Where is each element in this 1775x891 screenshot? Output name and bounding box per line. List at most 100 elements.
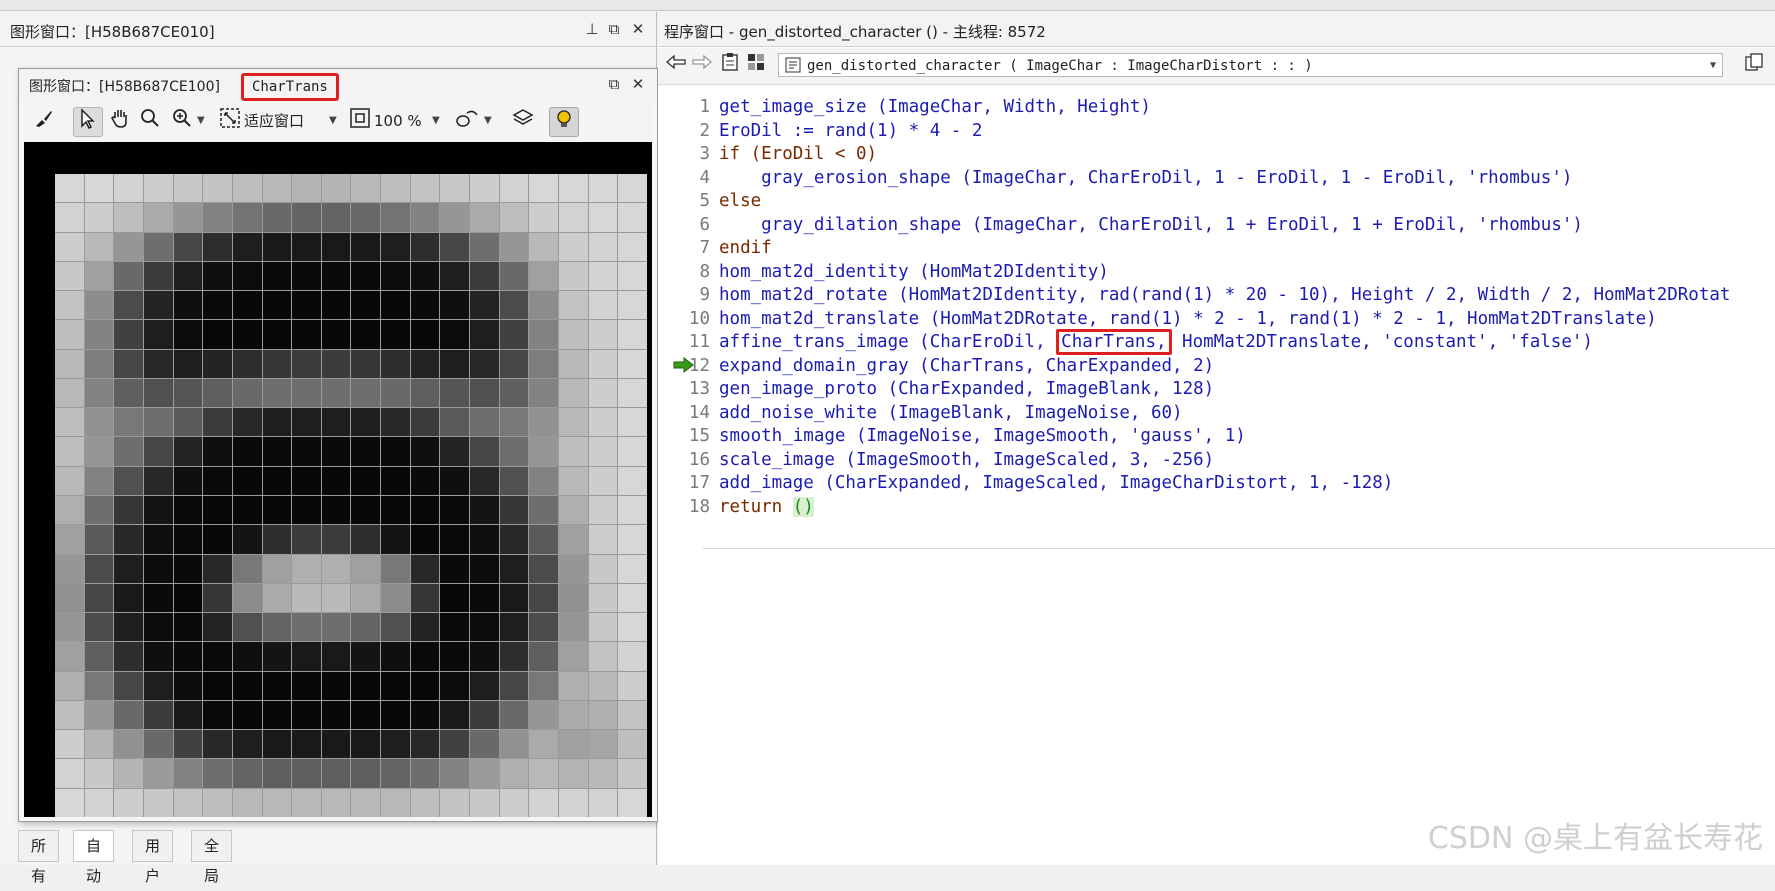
pixel-cell (440, 203, 470, 232)
code-line[interactable]: 1 get_image_size (ImageChar, Width, Heigh… (658, 96, 1775, 120)
pixel-cell (559, 496, 588, 525)
pixel-cell (292, 408, 321, 437)
lightbulb-icon[interactable] (549, 107, 579, 137)
copy-icon[interactable] (1740, 52, 1768, 80)
pixel-cell (440, 291, 470, 320)
program-navbar: gen_distorted_character ( ImageChar : Im… (658, 48, 1775, 85)
code-line[interactable]: 13 gen_image_proto (CharExpanded, ImageBl… (658, 378, 1775, 402)
pixel-cell (84, 642, 114, 671)
pixel-cell (84, 291, 114, 320)
code-line[interactable]: 15 smooth_image (ImageNoise, ImageSmooth,… (658, 425, 1775, 449)
image-canvas[interactable] (24, 142, 652, 817)
pixel-cell (470, 349, 499, 378)
chevron-down-icon[interactable]: ▼ (329, 107, 337, 135)
brush-icon[interactable] (30, 107, 58, 135)
pixel-cell (559, 525, 588, 554)
pointer-icon[interactable] (73, 107, 103, 137)
tab-all[interactable]: 所有 (18, 830, 60, 885)
pixel-cell (381, 261, 410, 291)
code-line[interactable]: 5 else (658, 190, 1775, 214)
chevron-down-icon[interactable]: ▼ (432, 107, 440, 135)
pixel-cell (470, 437, 499, 466)
code-line[interactable]: 7 endif (658, 237, 1775, 261)
pixel-cell (410, 408, 440, 437)
pixel-cell (559, 349, 588, 378)
close-icon[interactable]: ✕ (628, 19, 648, 39)
pixel-cell (262, 642, 292, 671)
code-statement-rest: HomMat2DTranslate, 'constant', 'false') (1171, 332, 1593, 352)
forward-arrow-icon[interactable] (688, 52, 716, 80)
pixel-cell (321, 320, 351, 349)
pixel-cell (321, 554, 351, 583)
pixel-cell (55, 320, 84, 349)
pixel-cell (588, 642, 618, 671)
code-line[interactable]: 8 hom_mat2d_identity (HomMat2DIdentity) (658, 261, 1775, 285)
tab-user[interactable]: 用户 (132, 830, 174, 885)
grid-icon[interactable] (742, 52, 770, 80)
zoom-percent-icon[interactable] (346, 107, 374, 135)
code-line[interactable]: 3 if (EroDil < 0) (658, 143, 1775, 167)
pixel-cell (588, 408, 618, 437)
pixel-cell (351, 437, 381, 466)
float-window-icon[interactable]: ⧉ (604, 19, 624, 39)
code-line[interactable]: 12 expand_domain_gray (CharTrans, CharExp… (658, 355, 1775, 379)
code-line[interactable]: 4 gray_erosion_shape (ImageChar, CharEro… (658, 167, 1775, 191)
code-editor[interactable]: 1 get_image_size (ImageChar, Width, Heigh… (658, 96, 1775, 549)
pixel-cell (203, 466, 232, 495)
pixel-cell (262, 554, 292, 583)
chevron-down-icon[interactable]: ▼ (197, 107, 205, 135)
pixel-cell (588, 232, 618, 261)
pixel-cell (321, 437, 351, 466)
pixel-cell (321, 261, 351, 291)
code-line[interactable]: 16 scale_image (ImageSmooth, ImageScaled,… (658, 449, 1775, 473)
pixel-cell (203, 730, 232, 759)
code-line[interactable]: 2 EroDil := rand(1) * 4 - 2 (658, 120, 1775, 144)
procedure-select[interactable]: gen_distorted_character ( ImageChar : Im… (778, 53, 1723, 77)
clipboard-icon[interactable] (716, 52, 744, 80)
zoom-in-icon[interactable] (168, 107, 196, 135)
code-line[interactable]: 11 affine_trans_image (CharEroDil, CharTr… (658, 329, 1775, 355)
code-line[interactable]: 10 hom_mat2d_translate (HomMat2DRotate, r… (658, 308, 1775, 332)
chevron-down-icon[interactable]: ▼ (484, 107, 492, 135)
pixel-cell (292, 437, 321, 466)
pixel-cell (173, 671, 203, 700)
pixel-cell (292, 642, 321, 671)
zoom-fit-label[interactable]: 适应窗口 (244, 107, 304, 135)
pixel-cell (84, 554, 114, 583)
float-window-icon[interactable]: ⧉ (604, 74, 624, 94)
pixel-cell (55, 583, 84, 613)
pixel-cell (262, 203, 292, 232)
pixel-cell (410, 759, 440, 788)
tab-global[interactable]: 全局 (191, 830, 233, 885)
zoom-percent-value[interactable]: 100 % (374, 107, 422, 135)
magnifier-icon[interactable] (136, 107, 164, 135)
pixel-cell (114, 788, 143, 817)
pixel-cell (618, 613, 647, 642)
pixel-cell (143, 261, 173, 291)
hand-icon[interactable] (106, 107, 134, 135)
pixel-cell (381, 174, 410, 203)
pixel-cell (559, 261, 588, 291)
layers-icon[interactable] (509, 107, 537, 135)
code-line[interactable]: 18 return () (658, 496, 1775, 520)
graphics-window-front-titlebar[interactable]: 图形窗口：[H58B687CE100] CharTrans ⧉ ✕ (19, 69, 657, 101)
back-arrow-icon[interactable] (662, 52, 690, 80)
fit-window-icon[interactable] (216, 107, 244, 135)
draw-shapes-icon[interactable] (454, 107, 482, 135)
pixel-cell (55, 349, 84, 378)
tab-auto[interactable]: 自动 (73, 830, 115, 885)
close-icon[interactable]: ✕ (628, 74, 648, 94)
pin-icon[interactable]: ⊥ (582, 19, 602, 39)
pixel-cell (321, 349, 351, 378)
chevron-down-icon[interactable]: ▼ (1710, 54, 1716, 78)
code-line[interactable]: 14 add_noise_white (ImageBlank, ImageNois… (658, 402, 1775, 426)
code-line[interactable]: 6 gray_dilation_shape (ImageChar, CharEr… (658, 214, 1775, 238)
code-line[interactable]: 9 hom_mat2d_rotate (HomMat2DIdentity, rad… (658, 284, 1775, 308)
pixel-cell (529, 174, 559, 203)
pixel-cell (499, 320, 529, 349)
pixel-cell (559, 759, 588, 788)
pixel-cell (470, 613, 499, 642)
pixel-cell (499, 730, 529, 759)
code-line[interactable]: 17 add_image (CharExpanded, ImageScaled, … (658, 472, 1775, 496)
pixel-cell (618, 525, 647, 554)
